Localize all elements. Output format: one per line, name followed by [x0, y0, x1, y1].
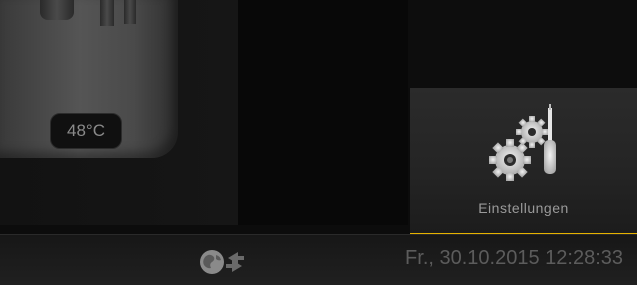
boiler-panel[interactable]: 48°C	[0, 0, 240, 225]
heating-control-screen: 48°C Einstellungen Fr., 30.10.2015 12:28…	[0, 0, 637, 285]
globe-sync-icon[interactable]	[196, 246, 248, 278]
boiler-pipe	[100, 0, 114, 26]
boiler-pipe	[124, 0, 136, 24]
gears-screwdriver-icon	[489, 104, 556, 181]
settings-tile[interactable]: Einstellungen	[410, 88, 637, 234]
status-bar: Fr., 30.10.2015 12:28:33	[0, 234, 637, 285]
settings-label: Einstellungen	[478, 200, 569, 216]
empty-panel-top	[408, 0, 637, 88]
status-datetime: Fr., 30.10.2015 12:28:33	[405, 247, 623, 269]
empty-panel	[238, 0, 408, 225]
boiler-pipe	[40, 0, 74, 20]
boiler-temperature: 48°C	[50, 113, 122, 149]
